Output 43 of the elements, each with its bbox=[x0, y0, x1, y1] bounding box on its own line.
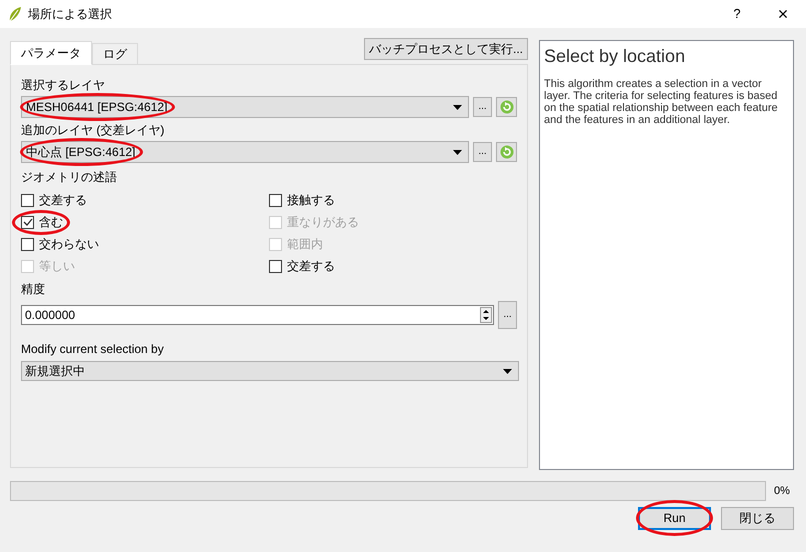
progress-reading: 0% bbox=[774, 484, 791, 499]
field-label: 追加のレイヤ (交差レイヤ) bbox=[21, 122, 166, 138]
dialog-button[interactable]: Run bbox=[638, 506, 711, 530]
layer-dropdown[interactable]: MESH06441 [EPSG:4612] bbox=[21, 96, 469, 118]
dropdown-caret-icon bbox=[453, 104, 462, 110]
refresh-icon bbox=[500, 145, 514, 159]
refresh-icon bbox=[500, 100, 514, 114]
checkbox-label: 含む bbox=[39, 214, 63, 231]
checkbox[interactable] bbox=[21, 194, 34, 206]
leaf-icon bbox=[8, 6, 22, 22]
dialog-button[interactable]: 閉じる bbox=[721, 506, 794, 530]
dropdown-caret-icon bbox=[503, 368, 512, 374]
field-label: 選択するレイヤ bbox=[21, 77, 106, 93]
window-title: 場所による選択 bbox=[28, 6, 112, 23]
browse-button[interactable]: ... bbox=[473, 97, 492, 117]
checkbox-label: 接触する bbox=[287, 192, 335, 209]
tab[interactable]: ログ bbox=[92, 43, 138, 65]
browse-button[interactable]: ... bbox=[473, 142, 492, 162]
field-label: 精度 bbox=[21, 281, 46, 297]
dropdown-caret-icon bbox=[453, 150, 462, 154]
field-label: ジオメトリの述語 bbox=[21, 169, 118, 185]
help-button[interactable]: ? bbox=[714, 0, 760, 28]
checkbox-label: 等しい bbox=[39, 258, 75, 275]
help-text: This algorithm creates a selection in a vector layer. The criteria for selecting features is based on the spatial relationship between each feature and the features in an additional layer. bbox=[544, 78, 779, 126]
checkbox[interactable] bbox=[21, 238, 34, 250]
tab[interactable]: パラメータ bbox=[10, 41, 92, 65]
checkbox-label: 範囲内 bbox=[287, 236, 323, 253]
checkbox[interactable] bbox=[269, 260, 282, 272]
layer-dropdown[interactable]: 中心点 [EPSG:4612] bbox=[21, 141, 469, 163]
checkbox-label: 重なりがある bbox=[287, 214, 359, 231]
checkbox[interactable] bbox=[21, 216, 34, 228]
batch-process-button[interactable]: バッチプロセスとして実行... bbox=[364, 38, 528, 60]
checkbox-label: 交わらない bbox=[39, 236, 99, 253]
checkbox-label: 交差する bbox=[39, 192, 87, 209]
checkbox[interactable] bbox=[269, 194, 282, 206]
spinner-arrows-icon bbox=[480, 307, 492, 323]
help-title: Select by location bbox=[544, 45, 686, 68]
precision-spinbox[interactable]: 0.000000 bbox=[21, 305, 494, 325]
close-button[interactable]: × bbox=[760, 0, 806, 28]
checkbox-label: 交差する bbox=[287, 258, 335, 275]
selection-mode-dropdown[interactable]: 新規選択中 bbox=[21, 361, 519, 381]
browse-button[interactable]: ... bbox=[498, 301, 517, 329]
field-label: Modify current selection by bbox=[21, 341, 165, 357]
